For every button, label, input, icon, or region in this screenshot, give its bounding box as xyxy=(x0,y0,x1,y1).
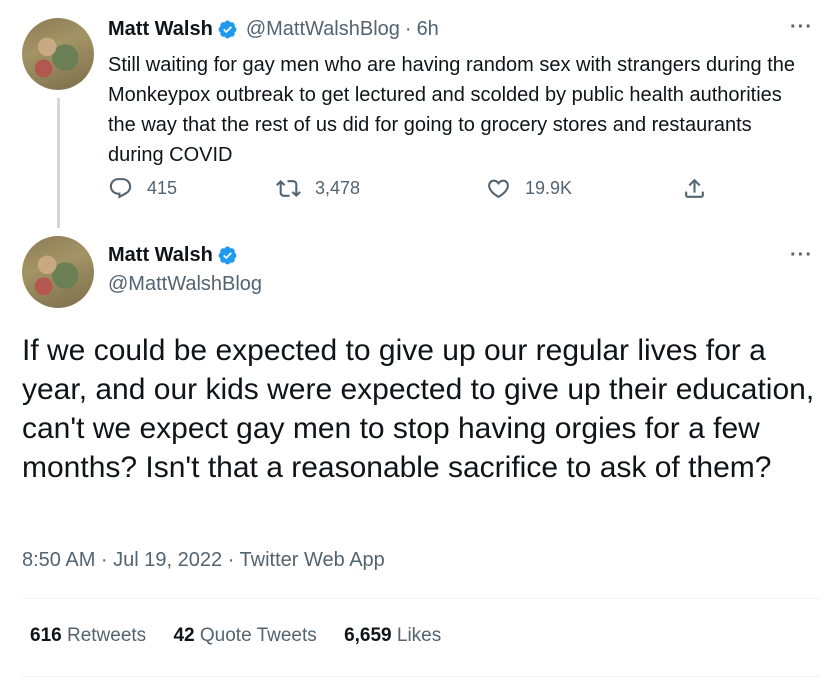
share-icon xyxy=(685,178,704,198)
author-handle[interactable]: @MattWalshBlog xyxy=(108,273,262,296)
author-name[interactable]: Matt Walsh xyxy=(108,18,213,41)
reply-icon xyxy=(109,178,132,199)
more-options-icon[interactable]: ··· xyxy=(790,16,813,39)
avatar[interactable] xyxy=(22,236,94,308)
quote-tweets-label: Quote Tweets xyxy=(199,625,317,646)
author-handle[interactable]: @MattWalshBlog xyxy=(246,18,400,41)
likes-label: Likes xyxy=(396,625,442,646)
retweet-button[interactable]: 3,478 xyxy=(276,176,360,201)
tweet-actions: 415 3,478 19.9K xyxy=(108,176,714,206)
thread-connector xyxy=(57,98,60,228)
retweets-stat[interactable]: 616 Retweets xyxy=(30,625,151,646)
main-tweet-header: Matt Walsh xyxy=(108,244,238,267)
like-count: 19.9K xyxy=(525,178,573,198)
verified-badge-icon xyxy=(218,20,237,39)
reply-tweet-header: Matt Walsh @MattWalshBlog · 6h xyxy=(108,18,439,41)
tweet-timestamp[interactable]: 8:50 AM · Jul 19, 2022 · Twitter Web App xyxy=(22,549,385,572)
heart-icon xyxy=(488,179,509,199)
verified-badge-icon xyxy=(218,246,237,265)
like-button[interactable]: 19.9K xyxy=(486,176,572,201)
likes-count: 6,659 xyxy=(344,625,392,646)
retweet-count: 3,478 xyxy=(315,178,361,198)
retweet-icon xyxy=(276,180,301,197)
avatar[interactable] xyxy=(22,18,94,90)
share-button[interactable] xyxy=(682,176,721,201)
reply-button[interactable]: 415 xyxy=(108,176,177,201)
main-tweet-text: If we could be expected to give up our r… xyxy=(22,334,815,484)
separator-dot: · xyxy=(404,18,412,40)
likes-stat[interactable]: 6,659 Likes xyxy=(344,625,441,646)
retweets-label: Retweets xyxy=(66,625,147,646)
divider xyxy=(22,676,820,677)
divider xyxy=(22,598,820,599)
reply-tweet-text: Still waiting for gay men who are having… xyxy=(108,54,796,166)
tweet-stats: 616 Retweets 42 Quote Tweets 6,659 Likes xyxy=(30,625,463,647)
tweet-time[interactable]: 6h xyxy=(417,18,439,41)
quote-tweets-count: 42 xyxy=(173,625,195,646)
author-name[interactable]: Matt Walsh xyxy=(108,244,213,267)
retweets-count: 616 xyxy=(30,625,62,646)
reply-count: 415 xyxy=(147,178,178,198)
quote-tweets-stat[interactable]: 42 Quote Tweets xyxy=(173,625,322,646)
more-options-icon[interactable]: ··· xyxy=(790,244,813,267)
